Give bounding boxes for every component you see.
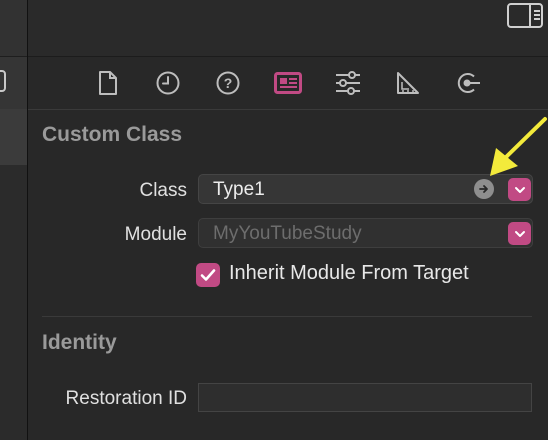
file-inspector-icon[interactable] xyxy=(94,69,122,97)
section-divider xyxy=(28,109,548,110)
custom-class-title: Custom Class xyxy=(42,123,183,146)
annotation-arrow-icon xyxy=(490,117,547,176)
navigator-strip xyxy=(0,0,27,440)
class-label: Class xyxy=(139,180,187,201)
class-value[interactable]: Type1 xyxy=(213,179,265,201)
inspector-top-bar xyxy=(28,0,548,57)
class-dropdown-chevron-icon[interactable] xyxy=(508,178,531,201)
section-divider xyxy=(42,316,532,317)
module-dropdown-chevron-icon[interactable] xyxy=(508,222,531,245)
attributes-inspector-icon[interactable] xyxy=(334,69,362,97)
module-combo-box[interactable]: MyYouTubeStudy xyxy=(198,218,533,248)
svg-text:?: ? xyxy=(224,75,233,91)
inherit-module-label[interactable]: Inherit Module From Target xyxy=(229,262,469,285)
restoration-id-input[interactable] xyxy=(198,383,532,412)
restoration-id-label: Restoration ID xyxy=(65,388,187,409)
navigator-band xyxy=(0,0,27,57)
history-inspector-icon[interactable] xyxy=(154,69,182,97)
module-label: Module xyxy=(124,224,187,245)
identity-inspector-icon[interactable] xyxy=(274,69,302,97)
size-inspector-icon[interactable] xyxy=(394,69,422,97)
module-placeholder: MyYouTubeStudy xyxy=(213,223,362,244)
inspector-toggle-icon[interactable] xyxy=(507,3,543,28)
inspector-tab-bar: ? xyxy=(28,57,548,109)
inherit-module-checkbox[interactable] xyxy=(196,263,220,287)
connections-inspector-icon[interactable] xyxy=(454,69,482,97)
identity-title: Identity xyxy=(42,331,117,354)
jump-to-definition-arrow-icon[interactable] xyxy=(474,179,494,199)
quick-help-icon[interactable]: ? xyxy=(214,69,242,97)
navigator-selected-row[interactable] xyxy=(0,109,27,165)
navigator-icon[interactable] xyxy=(0,70,6,92)
